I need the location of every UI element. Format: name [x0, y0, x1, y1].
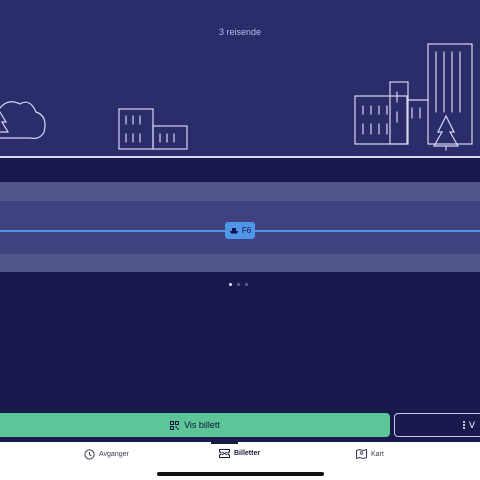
zone-label: F6 — [241, 226, 252, 235]
page-dot[interactable] — [229, 283, 232, 286]
map-icon — [356, 449, 367, 459]
zone-stripe — [0, 254, 480, 272]
qr-code-icon — [170, 420, 180, 430]
tab-label: Avganger — [99, 451, 129, 458]
show-ticket-button[interactable]: Vis billett — [0, 413, 390, 437]
clock-icon — [84, 449, 95, 460]
city-skyline-illustration — [0, 43, 480, 158]
zone-badge[interactable]: F6 — [225, 222, 255, 239]
active-tab-indicator — [211, 442, 238, 444]
show-ticket-label: Vis billett — [184, 420, 220, 430]
tab-label: Billetter — [234, 450, 261, 457]
page-dot[interactable] — [245, 283, 248, 286]
tab-kart[interactable]: Kart — [356, 449, 384, 459]
traveller-count: 3 reisende — [218, 27, 262, 37]
page-dot[interactable] — [237, 283, 240, 286]
home-indicator[interactable] — [157, 472, 324, 476]
page-indicator[interactable] — [229, 283, 248, 286]
ticket-icon — [219, 449, 230, 458]
more-options-button[interactable]: V — [394, 413, 480, 437]
zone-stripe — [0, 182, 480, 201]
tab-billetter[interactable]: Billetter — [219, 449, 260, 458]
kebab-menu-icon — [463, 421, 465, 429]
ferry-icon — [229, 228, 238, 234]
more-options-label: V — [469, 420, 476, 430]
ticket-hero: 3 reisende — [0, 0, 480, 158]
tab-label: Kart — [371, 450, 384, 458]
tab-avganger[interactable]: Avganger — [84, 449, 129, 460]
